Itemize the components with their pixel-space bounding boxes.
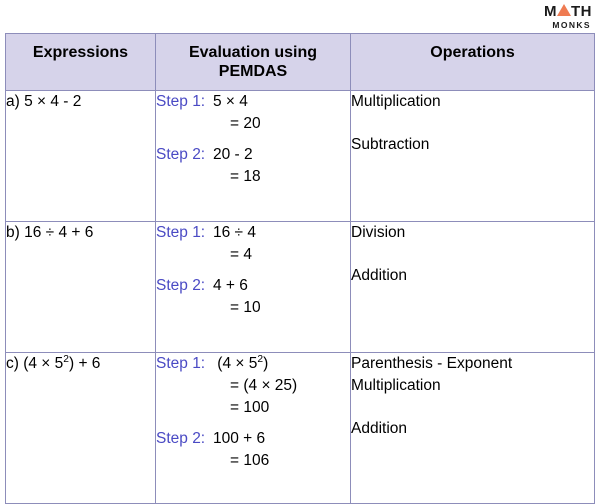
operation-text: Addition [351,420,408,438]
step-line: Step 1: 5 × 4 [156,91,350,113]
column-header-evaluation: Evaluation using PEMDAS [155,32,351,92]
step-label: Step 2: [156,430,206,448]
cell-operations: Division Addition [350,221,595,354]
step-value: = 10 [230,299,261,317]
step-label-spacer [156,375,208,397]
step-value: 100 + 6 [213,430,266,448]
table-row: a) 5 × 4 - 2 Step 1: 5 × 4 = 20 Step 2: [5,90,595,223]
step-block: Step 1: 16 ÷ 4 = 4 [156,222,350,266]
cell-evaluation: Step 1: 16 ÷ 4 = 4 Step 2: 4 + 6 = 10 [155,221,351,354]
step-value: = 106 [230,452,270,470]
step-label: Step 1: [156,93,206,111]
column-header-expressions: Expressions [5,32,156,92]
step-value: 16 ÷ 4 [213,224,256,242]
step-value: = 20 [230,115,261,133]
triangle-icon [557,4,571,16]
step-line: = 106 [156,450,350,472]
step-block: Step 2: 20 - 2 = 18 [156,144,350,188]
step-value: = 100 [230,399,270,417]
step-label: Step 2: [156,146,206,164]
step-line: Step 1: 16 ÷ 4 [156,222,350,244]
table-row: b) 16 ÷ 4 + 6 Step 1: 16 ÷ 4 = 4 Step 2: [5,221,595,354]
step-line: = 18 [156,166,350,188]
operation-text: Subtraction [351,136,430,154]
step-line: Step 2: 100 + 6 [156,428,350,450]
step-label-spacer [156,113,208,135]
step-block: Step 1: (4 × 52) = (4 × 25) = 100 [156,353,350,419]
step-line: = 10 [156,297,350,319]
cell-operations: Multiplication Subtraction [350,90,595,223]
step-line: Step 1: (4 × 52) [156,353,350,375]
table-header: Expressions Evaluation using PEMDAS Oper… [5,32,595,92]
operation-text: Parenthesis - Exponent [351,355,513,373]
logo-subtext: MONKS [552,20,591,30]
math-monks-logo: M TH MONKS [544,4,592,30]
step-line: Step 2: 4 + 6 [156,275,350,297]
expression-text: b) 16 ÷ 4 + 6 [6,224,94,242]
step-label-spacer [156,397,208,419]
step-label-spacer [156,450,208,472]
expression-text: a) 5 × 4 - 2 [6,93,82,111]
step-value: = 18 [230,168,261,186]
logo-text-before: M [544,3,557,20]
step-label: Step 1: [156,355,206,373]
operation-text: Addition [351,267,408,285]
logo-wordmark: M TH [544,4,592,19]
header-row: Expressions Evaluation using PEMDAS Oper… [5,32,595,92]
column-header-operations: Operations [350,32,595,92]
step-label: Step 2: [156,277,206,295]
operation-text: Multiplication [351,93,441,111]
column-header-evaluation-line2: PEMDAS [218,63,288,81]
step-block: Step 1: 5 × 4 = 20 [156,91,350,135]
step-label: Step 1: [156,224,206,242]
cell-expression: c) (4 × 52) + 6 [5,352,156,504]
step-label-spacer [156,166,208,188]
pemdas-table: Expressions Evaluation using PEMDAS Oper… [5,32,595,504]
step-line: = 100 [156,397,350,419]
table-row: c) (4 × 52) + 6 Step 1: (4 × 52) = (4 × … [5,352,595,504]
cell-expression: b) 16 ÷ 4 + 6 [5,221,156,354]
step-line: = (4 × 25) [156,375,350,397]
logo-text-after: TH [571,3,592,20]
cell-operations: Parenthesis - Exponent Multiplication Ad… [350,352,595,504]
step-value: 20 - 2 [213,146,253,164]
expression-text: c) (4 × 52) + 6 [6,354,101,373]
step-value: = 4 [230,246,252,264]
operation-text: Multiplication [351,377,441,395]
step-value: (4 × 52) [213,354,269,373]
cell-evaluation: Step 1: 5 × 4 = 20 Step 2: 20 - 2 = 18 [155,90,351,223]
step-label-spacer [156,297,208,319]
step-value: = (4 × 25) [230,377,298,395]
step-line: Step 2: 20 - 2 [156,144,350,166]
step-label-spacer [156,244,208,266]
step-line: = 20 [156,113,350,135]
column-header-evaluation-line1: Evaluation using [188,44,317,61]
cell-expression: a) 5 × 4 - 2 [5,90,156,223]
step-block: Step 2: 4 + 6 = 10 [156,275,350,319]
cell-evaluation: Step 1: (4 × 52) = (4 × 25) = 100 Step 2… [155,352,351,504]
step-block: Step 2: 100 + 6 = 106 [156,428,350,472]
operation-text: Division [351,224,406,242]
step-value: 5 × 4 [213,93,248,111]
step-value: 4 + 6 [213,277,248,295]
table-body: a) 5 × 4 - 2 Step 1: 5 × 4 = 20 Step 2: [5,90,595,504]
step-line: = 4 [156,244,350,266]
